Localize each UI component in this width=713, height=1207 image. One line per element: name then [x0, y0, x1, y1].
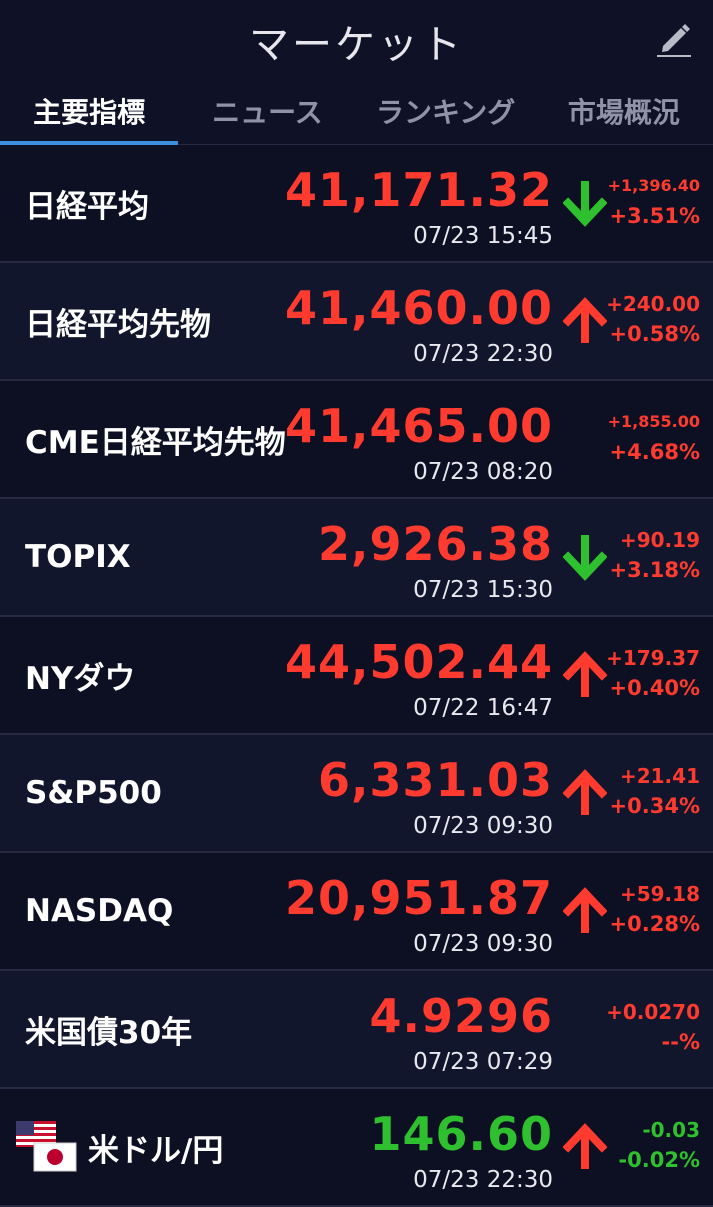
- price-value: 146.60: [369, 1107, 553, 1161]
- market-row[interactable]: 日経平均 41,171.32 07/23 15:45 +1,396.40 +3.…: [0, 145, 713, 263]
- price-timestamp: 07/23 08:20: [413, 459, 553, 485]
- instrument-name: TOPIX: [25, 539, 131, 575]
- price-value: 41,171.32: [285, 163, 553, 217]
- instrument-name: NYダウ: [25, 660, 136, 697]
- market-row[interactable]: NYダウ 44,502.44 07/22 16:47 +179.37 +0.40…: [0, 617, 713, 735]
- price-timestamp: 07/23 22:30: [413, 341, 553, 367]
- change-percent: +3.18%: [609, 558, 700, 582]
- market-row[interactable]: 米国債30年 4.9296 07/23 07:29 +0.0270 --%: [0, 971, 713, 1089]
- change-value: +90.19: [619, 528, 700, 552]
- tab-ranking[interactable]: ランキング: [357, 78, 535, 144]
- price-timestamp: 07/23 15:30: [413, 577, 553, 603]
- change-value: +21.41: [619, 764, 700, 788]
- tab-market-overview[interactable]: 市場概況: [535, 78, 713, 144]
- arrow-up-icon: [563, 887, 607, 933]
- arrow-up-icon: [563, 651, 607, 697]
- price-timestamp: 07/23 09:30: [413, 813, 553, 839]
- change-percent: -0.02%: [618, 1148, 700, 1172]
- instrument-name: 日経平均: [25, 188, 149, 225]
- price-value: 4.9296: [369, 989, 553, 1043]
- change-percent: +4.68%: [609, 440, 700, 464]
- tab-news[interactable]: ニュース: [178, 78, 356, 144]
- change-block: +1,396.40 +3.51%: [608, 171, 700, 231]
- change-percent: +0.40%: [609, 676, 700, 700]
- instrument-name: 米国債30年: [25, 1014, 193, 1051]
- pencil-icon: [657, 24, 691, 57]
- market-row[interactable]: S&P500 6,331.03 07/23 09:30 +21.41 +0.34…: [0, 735, 713, 853]
- change-value: +1,855.00: [607, 412, 700, 431]
- price-value: 44,502.44: [285, 635, 553, 689]
- page-title: マーケット: [249, 22, 464, 68]
- change-value: +1,396.40: [607, 176, 700, 195]
- change-block: -0.03 -0.02%: [618, 1115, 700, 1175]
- change-percent: --%: [661, 1030, 700, 1054]
- tab-bar: 主要指標 ニュース ランキング 市場概況: [0, 78, 713, 145]
- instrument-name: 米ドル/円: [88, 1132, 224, 1169]
- change-block: +1,855.00 +4.68%: [608, 407, 700, 467]
- change-block: +179.37 +0.40%: [606, 643, 700, 703]
- price-value: 41,460.00: [285, 281, 553, 335]
- price-value: 20,951.87: [285, 871, 553, 925]
- edit-button[interactable]: [653, 18, 695, 60]
- market-list: 日経平均 41,171.32 07/23 15:45 +1,396.40 +3.…: [0, 145, 713, 1207]
- change-value: -0.03: [642, 1118, 700, 1142]
- price-value: 6,331.03: [318, 753, 553, 807]
- market-row[interactable]: TOPIX 2,926.38 07/23 15:30 +90.19 +3.18%: [0, 499, 713, 617]
- change-block: +21.41 +0.34%: [610, 761, 700, 821]
- instrument-name: S&P500: [25, 775, 162, 811]
- price-timestamp: 07/23 15:45: [413, 223, 553, 249]
- price-timestamp: 07/23 07:29: [413, 1049, 553, 1075]
- change-percent: +0.58%: [609, 322, 700, 346]
- change-percent: +0.28%: [609, 912, 700, 936]
- change-value: +179.37: [606, 646, 700, 670]
- arrow-up-icon: [563, 1123, 607, 1169]
- market-row[interactable]: 米ドル/円 146.60 07/23 22:30 -0.03 -0.02%: [0, 1089, 713, 1207]
- japan-flag: [33, 1142, 77, 1172]
- instrument-name: 日経平均先物: [25, 306, 211, 343]
- price-value: 41,465.00: [285, 399, 553, 453]
- change-block: +59.18 +0.28%: [610, 879, 700, 939]
- instrument-name: NASDAQ: [25, 893, 174, 929]
- us-japan-flags-icon: [16, 1121, 77, 1172]
- price-timestamp: 07/22 16:47: [413, 695, 553, 721]
- change-percent: +3.51%: [609, 204, 700, 228]
- app-header: マーケット: [0, 0, 713, 78]
- change-value: +59.18: [619, 882, 700, 906]
- change-percent: +0.34%: [609, 794, 700, 818]
- arrow-up-icon: [563, 769, 607, 815]
- arrow-down-icon: [563, 535, 607, 581]
- price-timestamp: 07/23 09:30: [413, 931, 553, 957]
- price-value: 2,926.38: [318, 517, 553, 571]
- market-row[interactable]: CME日経平均先物 41,465.00 07/23 08:20 +1,855.0…: [0, 381, 713, 499]
- change-value: +0.0270: [606, 1000, 700, 1024]
- tab-main-indices[interactable]: 主要指標: [0, 78, 179, 145]
- arrow-down-icon: [563, 181, 607, 227]
- price-timestamp: 07/23 22:30: [413, 1167, 553, 1193]
- change-block: +0.0270 --%: [606, 997, 700, 1057]
- market-row[interactable]: NASDAQ 20,951.87 07/23 09:30 +59.18 +0.2…: [0, 853, 713, 971]
- arrow-up-icon: [563, 297, 607, 343]
- change-block: +240.00 +0.58%: [606, 289, 700, 349]
- instrument-name: CME日経平均先物: [25, 424, 286, 461]
- market-row[interactable]: 日経平均先物 41,460.00 07/23 22:30 +240.00 +0.…: [0, 263, 713, 381]
- change-value: +240.00: [606, 292, 700, 316]
- change-block: +90.19 +3.18%: [610, 525, 700, 585]
